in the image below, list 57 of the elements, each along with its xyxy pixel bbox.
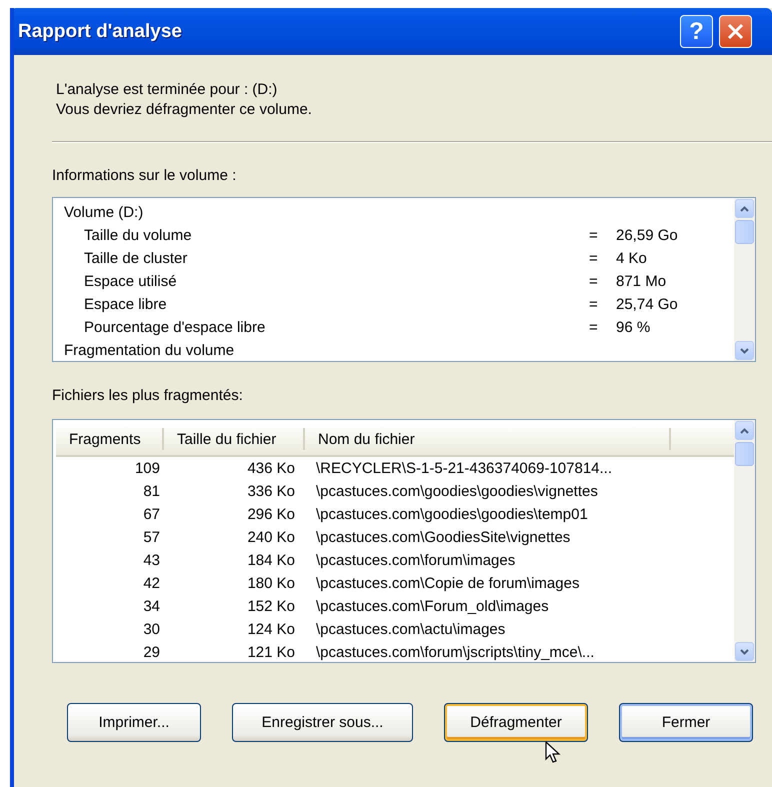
table-cell: \RECYCLER\S-1-5-21-436374069-107814...: [316, 460, 612, 477]
equals-sign: =: [589, 227, 599, 244]
table-cell: 152 Ko: [247, 598, 295, 615]
dialog-button[interactable]: Défragmenter: [444, 703, 588, 742]
dialog-button[interactable]: Enregistrer sous...: [232, 703, 413, 742]
table-cell: 296 Ko: [247, 506, 295, 523]
window-title: Rapport d'analyse: [18, 20, 183, 42]
dialog-button[interactable]: Imprimer...: [67, 703, 201, 742]
dialog-button[interactable]: Fermer: [619, 703, 753, 742]
table-cell: 34: [143, 598, 160, 615]
table-cell: 121 Ko: [247, 644, 295, 661]
table-cell: 240 Ko: [247, 529, 295, 546]
property-value: 4 Ko: [616, 250, 647, 267]
property-name: Espace libre: [83, 296, 168, 313]
table-cell: 180 Ko: [247, 575, 295, 592]
table-cell: \pcastuces.com\goodies\goodies\temp01: [316, 506, 588, 523]
property-value: 25,74 Go: [616, 296, 678, 313]
table-cell: 184 Ko: [247, 552, 295, 569]
group-heading: Volume (D:): [64, 204, 144, 221]
status-message: L'analyse est terminée pour : (D:): [56, 80, 278, 100]
table-cell: \pcastuces.com\forum\images: [316, 552, 516, 569]
column-header[interactable]: Fragments: [56, 428, 164, 450]
table-cell: 29: [143, 644, 160, 661]
table-cell: 42: [143, 575, 160, 592]
equals-sign: =: [589, 319, 599, 336]
table-cell: \pcastuces.com\forum\jscripts\tiny_mce\...: [316, 644, 594, 661]
table-cell: 109: [134, 460, 160, 477]
property-name: Espace utilisé: [83, 273, 178, 290]
table-cell: 124 Ko: [247, 621, 295, 638]
section-label: Informations sur le volume :: [52, 166, 238, 186]
status-message: Vous devriez défragmenter ce volume.: [56, 100, 313, 120]
property-name: Taille de cluster: [83, 250, 188, 267]
table-cell: 43: [143, 552, 160, 569]
group-heading: Fragmentation du volume: [64, 342, 234, 359]
property-name: Pourcentage d'espace libre: [83, 319, 266, 336]
equals-sign: =: [589, 296, 599, 313]
property-value: 26,59 Go: [616, 227, 678, 244]
table-cell: 336 Ko: [247, 483, 295, 500]
table-cell: 30: [143, 621, 160, 638]
column-header[interactable]: Taille du fichier: [164, 428, 305, 450]
table-cell: 67: [143, 506, 160, 523]
section-label: Fichiers les plus fragmentés:: [52, 386, 244, 406]
equals-sign: =: [589, 273, 599, 290]
property-name: Taille du volume: [83, 227, 193, 244]
table-cell: \pcastuces.com\GoodiesSite\vignettes: [316, 529, 570, 546]
table-cell: \pcastuces.com\Copie de forum\images: [316, 575, 580, 592]
column-header[interactable]: Nom du fichier: [305, 428, 671, 450]
table-cell: \pcastuces.com\actu\images: [316, 621, 506, 638]
table-cell: 436 Ko: [247, 460, 295, 477]
table-cell: \pcastuces.com\goodies\goodies\vignettes: [316, 483, 598, 500]
property-value: 96 %: [616, 319, 650, 336]
property-value: 871 Mo: [616, 273, 666, 290]
table-cell: \pcastuces.com\Forum_old\images: [316, 598, 549, 615]
table-cell: 57: [143, 529, 160, 546]
help-button[interactable]: ?: [680, 15, 713, 48]
equals-sign: =: [589, 250, 599, 267]
table-cell: 81: [143, 483, 160, 500]
